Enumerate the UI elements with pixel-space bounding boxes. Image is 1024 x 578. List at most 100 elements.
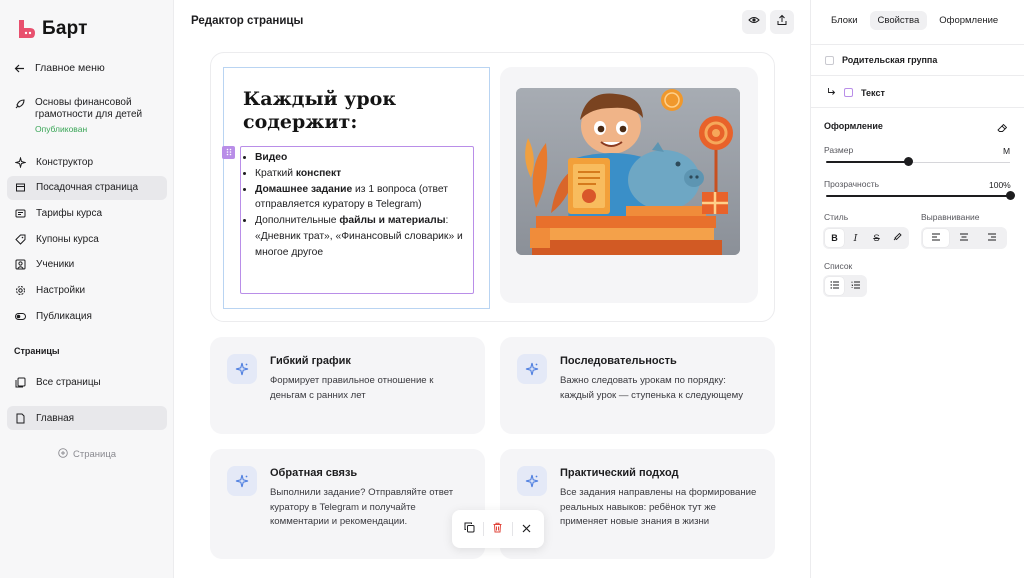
parent-group-checkbox[interactable] (825, 55, 834, 65)
sidebar-item-publish[interactable]: Публикация (7, 304, 167, 328)
tab-design[interactable]: Оформление (931, 11, 1006, 30)
card-title: Гибкий график (270, 355, 351, 367)
size-slider-handle[interactable] (904, 157, 914, 166)
selected-text-block[interactable]: Видео Краткий конспект Домашнее задание … (240, 146, 474, 294)
list-label: Список (824, 261, 853, 271)
tariffs-icon (15, 208, 26, 219)
duplicate-button[interactable] (460, 520, 478, 538)
course-info[interactable]: Основы финансовой грамотности для детей … (14, 97, 164, 134)
size-label: Размер (824, 145, 854, 155)
parent-group-label: Родительская группа (842, 55, 938, 65)
panel-divider (811, 107, 1024, 108)
sidebar-item-label: Купоны курса (36, 233, 99, 245)
card-description: Выполнили задание? Отправляйте ответ кур… (270, 487, 454, 528)
highlight-button[interactable] (888, 229, 907, 247)
eraser-icon[interactable] (997, 120, 1008, 138)
parent-group-item[interactable]: Родительская группа (825, 55, 937, 65)
list-item[interactable]: Краткий конспект (255, 166, 467, 182)
align-right-icon (987, 233, 997, 244)
text-layer-item[interactable]: Текст (827, 87, 885, 98)
sidebar-item-students[interactable]: Ученики (7, 253, 167, 277)
hero-block[interactable]: Каждый урок содержит: Видео Краткий конс… (210, 52, 775, 322)
hero-heading[interactable]: Каждый урок содержит: (243, 88, 396, 134)
feature-card[interactable]: Обратная связь Выполнили задание? Отправ… (210, 449, 485, 559)
sidebar-nav: Конструктор Посадочная страница Тарифы к… (7, 150, 167, 330)
back-to-main-menu[interactable]: Главное меню (14, 62, 105, 74)
list-item[interactable]: Домашнее задание из 1 вопроса (ответ отп… (255, 182, 467, 214)
logo-icon (16, 18, 36, 40)
text-layer-label: Текст (861, 87, 885, 98)
preview-button[interactable] (742, 10, 766, 34)
sidebar-item-coupons[interactable]: Купоны курса (7, 227, 167, 251)
editor-topbar: Редактор страницы (175, 0, 810, 44)
sidebar-item-label: Посадочная страница (36, 182, 139, 194)
bulleted-list-icon (830, 280, 840, 292)
align-left-button[interactable] (923, 229, 949, 247)
feature-card[interactable]: Последовательность Важно следовать урока… (500, 337, 775, 434)
sidebar-item-main-page[interactable]: Главная (7, 406, 167, 430)
italic-button[interactable]: I (846, 229, 865, 247)
align-center-icon (959, 233, 969, 244)
sidebar-item-all-pages[interactable]: Все страницы (7, 370, 167, 394)
sidebar-item-label: Настройки (36, 284, 86, 296)
panel-divider (811, 44, 1024, 45)
list-style-group (823, 275, 867, 297)
feature-card[interactable]: Гибкий график Формирует правильное отнош… (210, 337, 485, 434)
card-description: Формирует правильное отношение к деньгам… (270, 375, 434, 401)
align-center-button[interactable] (951, 229, 977, 247)
eye-icon (748, 13, 760, 31)
card-title: Обратная связь (270, 467, 358, 479)
drag-handle-icon (226, 148, 232, 158)
size-slider-fill (826, 161, 909, 163)
back-label: Главное меню (35, 62, 105, 74)
close-toolbar-button[interactable] (518, 520, 536, 538)
drag-handle[interactable] (222, 146, 235, 159)
sparkle-icon (227, 466, 257, 496)
block-action-toolbar (452, 510, 544, 548)
opacity-slider-handle[interactable] (1005, 191, 1015, 200)
nested-arrow-icon (827, 87, 836, 98)
align-label: Выравнивание (921, 212, 980, 222)
hero-illustration[interactable] (516, 88, 740, 255)
sidebar-item-landing-page[interactable]: Посадочная страница (7, 175, 167, 200)
hero-text-container[interactable]: Каждый урок содержит: Видео Краткий конс… (222, 67, 490, 309)
text-align-group (921, 227, 1007, 249)
opacity-slider-fill (826, 195, 1010, 197)
delete-button[interactable] (489, 520, 507, 538)
image-block[interactable] (500, 67, 758, 303)
text-style-group: B I S (823, 227, 909, 249)
tab-properties[interactable]: Свойства (869, 11, 928, 30)
italic-icon: I (853, 232, 858, 244)
text-layer-checkbox[interactable] (844, 88, 853, 97)
tab-blocks[interactable]: Блоки (823, 11, 866, 30)
align-left-icon (931, 233, 941, 244)
align-right-button[interactable] (979, 229, 1005, 247)
upload-icon (776, 13, 788, 31)
toolbar-divider (511, 522, 513, 536)
app-name: Барт (42, 18, 88, 39)
bold-button[interactable]: B (825, 229, 844, 247)
list-item[interactable]: Видео (255, 150, 467, 166)
design-heading: Оформление (824, 121, 883, 131)
list-item[interactable]: Дополнительные файлы и материалы: «Дневн… (255, 213, 467, 260)
card-title: Последовательность (560, 355, 677, 367)
rocket-icon (14, 99, 25, 110)
properties-panel: Блоки Свойства Оформление Родительская г… (810, 0, 1024, 578)
copy-icon (464, 520, 475, 538)
sidebar-item-tariffs[interactable]: Тарифы курса (7, 201, 167, 225)
strikethrough-button[interactable]: S (867, 229, 886, 247)
card-description: Все задания направлены на формирование р… (560, 487, 757, 528)
sidebar-item-constructor[interactable]: Конструктор (7, 150, 167, 174)
page-icon (15, 413, 26, 424)
share-button[interactable] (770, 10, 794, 34)
bulleted-list-button[interactable] (825, 277, 844, 295)
sidebar-item-label: Тарифы курса (36, 207, 103, 219)
sidebar-item-settings[interactable]: Настройки (7, 278, 167, 302)
add-page-button[interactable]: Страница (58, 448, 116, 461)
sidebar-item-label: Главная (36, 412, 75, 424)
sidebar-item-label: Публикация (36, 310, 92, 322)
app-logo[interactable]: Барт (16, 18, 88, 40)
opacity-label: Прозрачность (824, 179, 880, 189)
numbered-list-button[interactable] (846, 277, 865, 295)
sidebar-item-label: Все страницы (36, 376, 101, 388)
